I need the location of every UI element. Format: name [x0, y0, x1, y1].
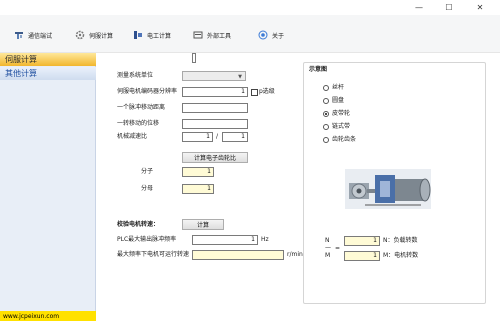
max-speed-unit: r/min: [287, 251, 303, 258]
toolbar-item-label: 关于: [272, 32, 285, 40]
plc-frequency-input-unused: [192, 53, 196, 63]
radio-chain-belt-label: 链式带: [332, 123, 351, 130]
encoder-input[interactable]: 1: [182, 87, 248, 97]
sidebar-item-servo-calc[interactable]: 伺服计算: [0, 53, 96, 66]
tools-icon: [14, 30, 24, 40]
ratio-input-a[interactable]: 1: [182, 132, 213, 142]
toolbar-item-servo-calc[interactable]: 伺服计算: [75, 29, 113, 41]
encoder-label: 伺服电机编码器分辨率: [117, 88, 178, 95]
folder-icon: [193, 30, 203, 40]
footer-link-text: www.jcpeixun.com: [3, 312, 60, 320]
title-bar: — ☐ ✕: [0, 0, 500, 15]
max-speed-output[interactable]: [192, 250, 284, 260]
ratio-input-b[interactable]: 1: [222, 132, 248, 142]
toolbar-item-label: 伺服计算: [89, 32, 114, 40]
toolbar-item-electric-calc[interactable]: 电工计算: [133, 29, 171, 41]
n-input[interactable]: 1: [344, 236, 380, 246]
radio-disc[interactable]: [323, 98, 329, 104]
gear-icon: [75, 30, 85, 40]
plc-frequency-input[interactable]: 1: [192, 235, 258, 245]
radio-lead-screw[interactable]: [323, 85, 329, 91]
unit-select[interactable]: ▼: [182, 71, 246, 81]
radio-belt-pulley-label: 皮带轮: [332, 110, 351, 117]
equals-sign: =: [335, 245, 341, 252]
minimize-icon: —: [415, 3, 423, 12]
radio-rack-pinion-label: 齿轮齿条: [332, 136, 357, 143]
denominator-output[interactable]: 1: [182, 184, 214, 194]
toolbar-item-label: 通信端试: [28, 32, 53, 40]
sidebar-item-label: 其他计算: [5, 69, 37, 78]
fraction-bar: —: [325, 244, 331, 251]
toolbar-item-about[interactable]: 关于: [258, 29, 284, 41]
close-icon: ✕: [476, 3, 484, 12]
m-input[interactable]: 1: [344, 251, 380, 261]
info-icon: [258, 30, 268, 40]
calc-gear-ratio-button[interactable]: 计算电子齿轮比: [182, 152, 248, 163]
minimize-button[interactable]: —: [404, 1, 434, 14]
toolbar: 通信端试 伺服计算 电工计算 外部工具 关于: [0, 15, 500, 53]
sidebar: 伺服计算 其他计算: [0, 53, 96, 311]
verify-title: 校验电机转速：: [117, 221, 160, 228]
encoder-checkbox[interactable]: [251, 89, 258, 96]
unit-label: 测量系统单位: [117, 72, 154, 79]
electric-icon: [133, 30, 143, 40]
calc-speed-button[interactable]: 计算: [182, 219, 224, 230]
toolbar-item-external-tools[interactable]: 外部工具: [193, 29, 231, 41]
plc-frequency-unit: Hz: [261, 236, 269, 243]
chevron-down-icon: ▼: [238, 74, 242, 80]
maximize-button[interactable]: ☐: [434, 1, 464, 14]
numerator-label: 分子: [141, 168, 154, 175]
sidebar-item-other-calc[interactable]: 其他计算: [0, 67, 96, 80]
maximize-icon: ☐: [445, 3, 453, 12]
close-button[interactable]: ✕: [465, 1, 495, 14]
radio-chain-belt[interactable]: [323, 124, 329, 130]
rev-distance-label: 一转移动的位移: [117, 120, 160, 127]
pulse-distance-label: 一个脉冲移动距离: [117, 104, 166, 111]
calc-speed-label: 计算: [196, 222, 209, 229]
radio-lead-screw-label: 丝杆: [332, 84, 345, 91]
rev-distance-input[interactable]: [182, 119, 248, 129]
m-description: M：电机转数: [383, 252, 419, 259]
radio-disc-label: 圆盘: [332, 97, 345, 104]
radio-belt-pulley[interactable]: [323, 111, 329, 117]
plc-frequency-label: PLC最大输出脉冲频率: [117, 236, 177, 243]
max-speed-label: 最大频率下电机可运行转速: [117, 251, 190, 258]
n-description: N：负载转数: [383, 237, 418, 244]
sidebar-item-label: 伺服计算: [5, 55, 37, 64]
toolbar-item-label: 外部工具: [207, 32, 232, 40]
pulse-distance-input[interactable]: [182, 103, 248, 113]
diagram-title: 示意图: [309, 66, 328, 73]
radio-rack-pinion[interactable]: [323, 137, 329, 143]
footer-link[interactable]: www.jcpeixun.com: [0, 311, 96, 321]
denominator-label: 分母: [141, 185, 154, 192]
ratio-separator: /: [216, 133, 219, 140]
belt-pulley-illustration: [345, 165, 431, 213]
numerator-output[interactable]: 1: [182, 167, 214, 177]
toolbar-item-comm-test[interactable]: 通信端试: [14, 29, 52, 41]
calc-gear-ratio-label: 计算电子齿轮比: [193, 155, 236, 162]
m-label: M: [325, 252, 331, 259]
toolbar-item-label: 电工计算: [147, 32, 172, 40]
encoder-check-label: p选级: [259, 88, 275, 95]
ratio-label: 机械减速比: [117, 133, 148, 140]
